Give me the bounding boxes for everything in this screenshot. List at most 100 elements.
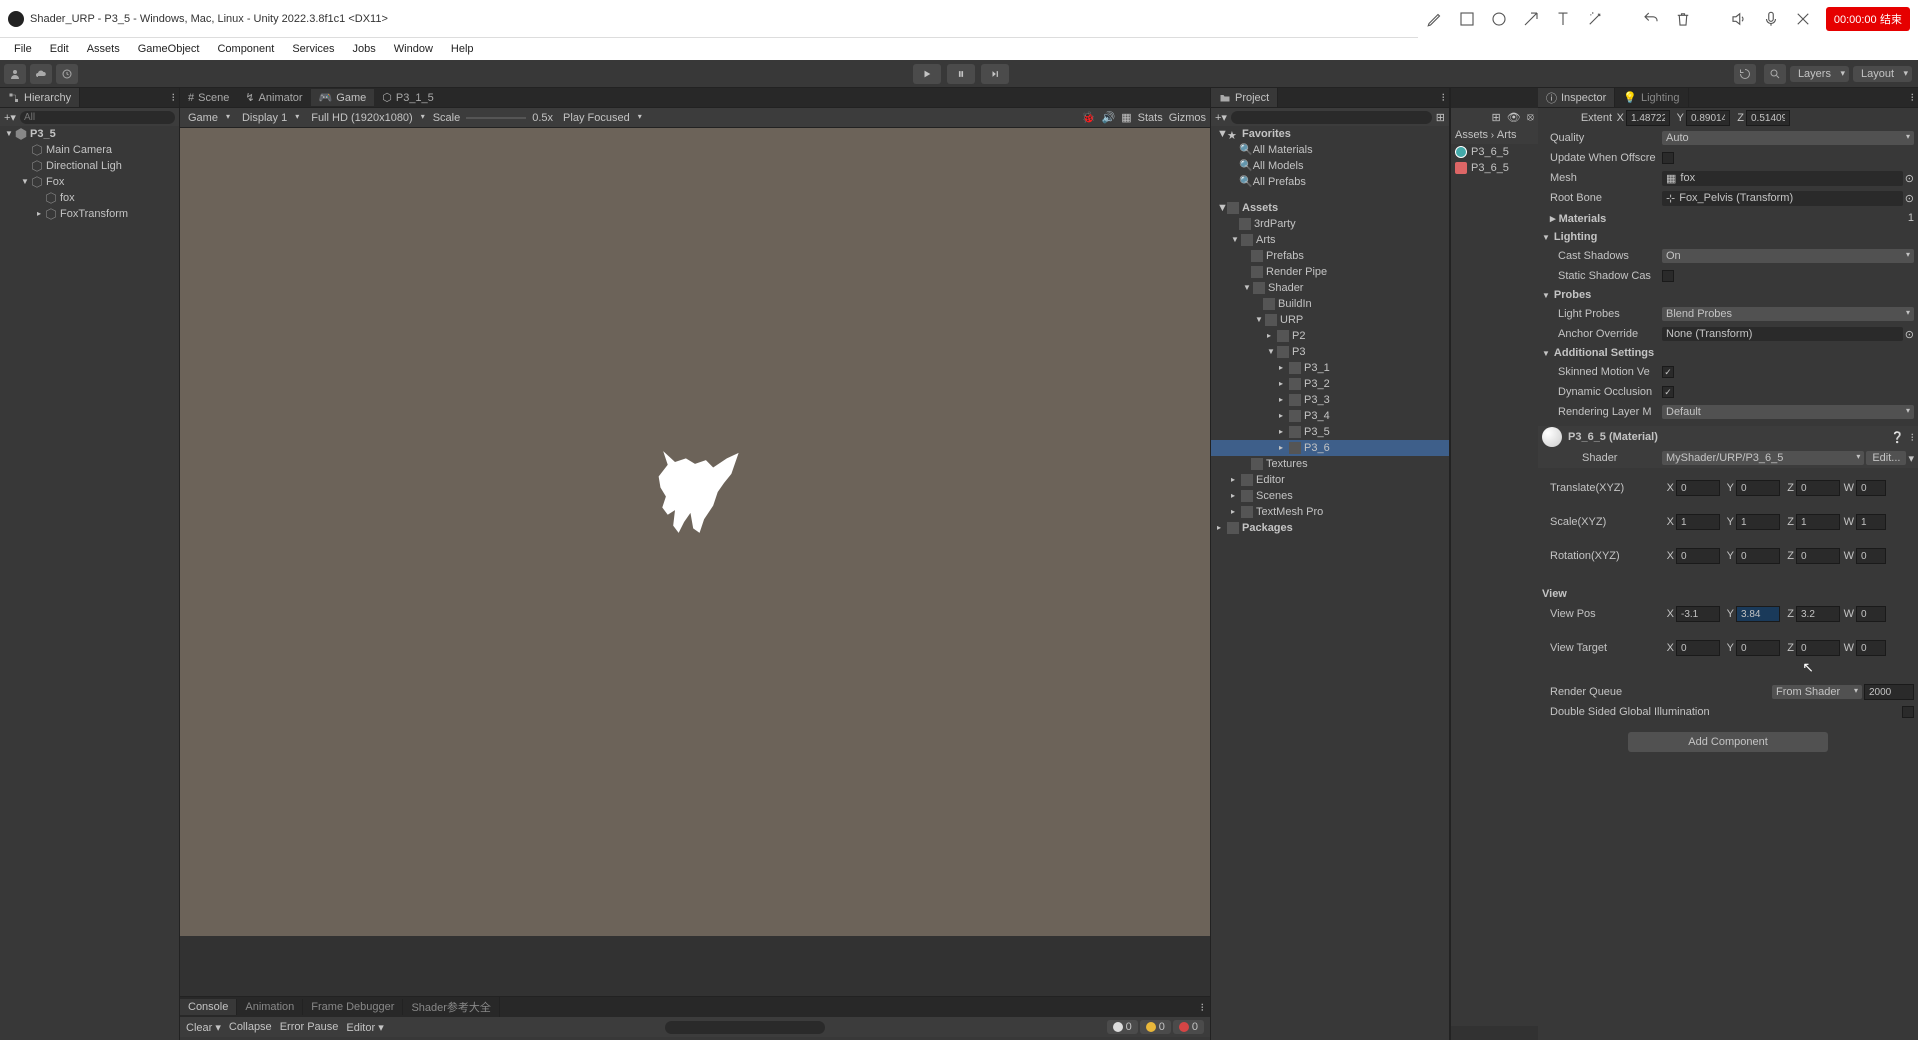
add-component-button[interactable]: Add Component [1628,732,1828,752]
tab-lighting[interactable]: 💡Lighting [1615,88,1688,107]
console-collapse-button[interactable]: Collapse [229,1021,272,1033]
menu-jobs[interactable]: Jobs [345,41,384,57]
game-viewport[interactable] [180,128,1210,936]
grid-icon[interactable]: ▦ [1121,111,1131,124]
tab-animator[interactable]: ↯Animator [237,89,310,106]
favorite-item[interactable]: 🔍All Models [1211,158,1449,174]
asset-hidden-icon[interactable]: ⦻ [1527,111,1534,124]
scale-slider[interactable] [466,117,526,119]
hierarchy-item[interactable]: fox [0,190,179,206]
dynamic-occ-checkbox[interactable]: ✓ [1662,386,1674,398]
scale-x[interactable] [1676,514,1720,530]
shader-edit-button[interactable]: Edit... [1866,451,1906,465]
asset-item[interactable]: P3_6_5 [1451,144,1538,160]
mute-icon[interactable]: 🐞 [1082,111,1096,124]
folder-item[interactable]: ▸P3_1 [1211,360,1449,376]
audio-icon[interactable]: 🔊 [1102,111,1116,124]
menu-gameobject[interactable]: GameObject [130,41,208,57]
pencil-icon[interactable] [1426,10,1444,28]
tab-game[interactable]: 🎮Game [311,89,375,106]
console-warn-badge[interactable]: 0 [1140,1020,1171,1034]
folder-item[interactable]: ▸P2 [1211,328,1449,344]
rotation-y[interactable] [1736,548,1780,564]
asset-item[interactable]: P3_6_5 [1451,160,1538,176]
static-shadow-checkbox[interactable] [1662,270,1674,282]
folder-item[interactable]: ▸P3_5 [1211,424,1449,440]
packages-root[interactable]: ▸Packages [1211,520,1449,536]
stats-button[interactable]: Stats [1138,112,1163,124]
folder-item[interactable]: ▼Shader [1211,280,1449,296]
console-clear-button[interactable]: Clear ▾ [186,1021,221,1034]
folder-item[interactable]: ▼P3 [1211,344,1449,360]
asset-size-slider[interactable] [1451,1026,1538,1040]
inspector-options-icon[interactable]: ⁝ [1907,91,1918,104]
menu-edit[interactable]: Edit [42,41,77,57]
probes-section[interactable]: Probes [1538,286,1918,304]
translate-z[interactable] [1796,480,1840,496]
help-icon[interactable]: ❔ [1891,431,1905,444]
update-offscreen-checkbox[interactable] [1662,152,1674,164]
folder-item[interactable]: Render Pipe [1211,264,1449,280]
game-mode-dropdown[interactable]: Game [184,111,232,125]
layers-dropdown[interactable]: Layers [1790,66,1849,82]
materials-label[interactable]: ▸ Materials [1542,212,1662,225]
filter-icon[interactable]: ⊞ [1436,111,1445,124]
trash-icon[interactable] [1674,10,1692,28]
square-icon[interactable] [1458,10,1476,28]
object-picker-icon[interactable]: ⊙ [1905,328,1914,341]
view-target-w[interactable] [1856,640,1886,656]
menu-component[interactable]: Component [209,41,282,57]
create-dropdown[interactable]: +▾ [4,111,16,124]
asset-visible-icon[interactable]: 👁 [1507,111,1521,124]
undo-icon[interactable] [1642,10,1660,28]
view-pos-z[interactable] [1796,606,1840,622]
hierarchy-item[interactable]: Main Camera [0,142,179,158]
anchor-field[interactable]: None (Transform) [1662,327,1903,341]
folder-item[interactable]: ▸Scenes [1211,488,1449,504]
cast-shadows-dropdown[interactable]: On [1662,249,1914,263]
focus-dropdown[interactable]: Play Focused [559,111,644,125]
mesh-field[interactable]: ▦fox [1662,171,1903,186]
folder-item[interactable]: BuildIn [1211,296,1449,312]
root-bone-field[interactable]: ⊹Fox_Pelvis (Transform) [1662,191,1903,206]
extent-z[interactable] [1746,110,1790,126]
favorite-item[interactable]: 🔍All Prefabs [1211,174,1449,190]
folder-item[interactable]: ▸P3_4 [1211,408,1449,424]
menu-assets[interactable]: Assets [79,41,128,57]
scene-row[interactable]: ▼P3_5 [0,126,179,142]
undo-history-icon[interactable] [1734,64,1756,84]
additional-section[interactable]: Additional Settings [1538,344,1918,362]
material-options-icon[interactable]: ⁝ [1911,431,1915,444]
tab-console[interactable]: Console [180,999,237,1015]
menu-services[interactable]: Services [284,41,342,57]
light-probes-dropdown[interactable]: Blend Probes [1662,307,1914,321]
folder-item[interactable]: Prefabs [1211,248,1449,264]
console-error-pause-button[interactable]: Error Pause [280,1021,339,1033]
favorites-root[interactable]: ▼★Favorites [1211,126,1449,142]
quality-dropdown[interactable]: Auto [1662,131,1914,145]
material-header[interactable]: P3_6_5 (Material) ❔ ⁝ [1538,426,1918,448]
search-icon[interactable] [1764,64,1786,84]
hierarchy-item[interactable]: ▸FoxTransform [0,206,179,222]
console-options-icon[interactable]: ⁝ [1195,1001,1211,1014]
console-info-badge[interactable]: 0 [1107,1020,1138,1034]
folder-item[interactable]: ▸Editor [1211,472,1449,488]
hierarchy-lock-icon[interactable]: ⁝ [168,91,180,104]
hierarchy-item[interactable]: Directional Ligh [0,158,179,174]
tab-inspector[interactable]: ⓘInspector [1538,88,1615,107]
rotation-w[interactable] [1856,548,1886,564]
object-picker-icon[interactable]: ⊙ [1905,192,1914,205]
arrow-icon[interactable] [1522,10,1540,28]
shader-dropdown[interactable]: MyShader/URP/P3_6_5 [1662,451,1864,465]
scale-z[interactable] [1796,514,1840,530]
translate-w[interactable] [1856,480,1886,496]
cloud-icon[interactable] [30,64,52,84]
object-picker-icon[interactable]: ⊙ [1905,172,1914,185]
render-layer-dropdown[interactable]: Default [1662,405,1914,419]
tab-frame-debugger[interactable]: Frame Debugger [303,999,403,1015]
view-target-y[interactable] [1736,640,1780,656]
circle-icon[interactable] [1490,10,1508,28]
favorite-item[interactable]: 🔍All Materials [1211,142,1449,158]
menu-help[interactable]: Help [443,41,482,57]
translate-y[interactable] [1736,480,1780,496]
